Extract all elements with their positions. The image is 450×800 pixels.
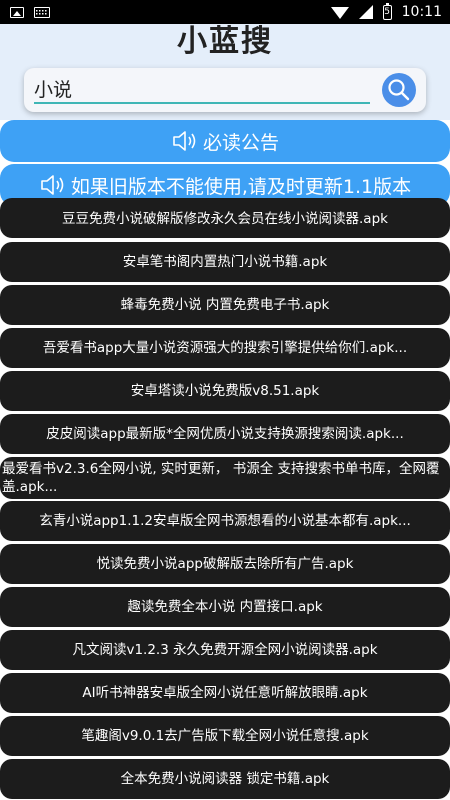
list-item-label: 安卓笔书阁内置热门小说书籍.apk (122, 254, 328, 270)
list-item-label: 笔趣阁v9.0.1去广告版下载全网小说任意搜.apk (81, 728, 369, 744)
list-item-label: 悦读免费小说app破解版去除所有广告.apk (96, 556, 354, 572)
list-item[interactable]: 最爱看书v2.3.6全网小说, 实时更新， 书源全 支持搜索书单书库，全网覆盖.… (0, 457, 450, 499)
list-item-label: 凡文阅读v1.2.3 永久免费开源全网小说阅读器.apk (72, 642, 378, 658)
list-item[interactable]: 安卓塔读小说免费版v8.51.apk (0, 371, 450, 411)
list-item-label: 吾爱看书app大量小说资源强大的搜索引擎提供给你们.apk... (42, 340, 408, 356)
list-item[interactable]: 悦读免费小说app破解版去除所有广告.apk (0, 544, 450, 584)
speaker-icon (41, 175, 64, 195)
app-title: 小蓝搜 (177, 24, 273, 59)
search-button[interactable] (382, 73, 416, 107)
header: 小蓝搜 (0, 24, 450, 120)
search-input[interactable] (34, 74, 370, 104)
list-item[interactable]: 玄青小说app1.1.2安卓版全网书源想看的小说基本都有.apk... (0, 501, 450, 541)
list-item-label: 玄青小说app1.1.2安卓版全网书源想看的小说基本都有.apk... (39, 513, 411, 529)
list-item[interactable]: 蜂毒免费小说 内置免费电子书.apk (0, 285, 450, 325)
list-item[interactable]: 凡文阅读v1.2.3 永久免费开源全网小说阅读器.apk (0, 630, 450, 670)
notice-label: 如果旧版本不能使用,请及时更新1.1版本 (70, 175, 412, 198)
list-item-label: 豆豆免费小说破解版修改永久会员在线小说阅读器.apk (62, 211, 388, 227)
list-item[interactable]: 笔趣阁v9.0.1去广告版下载全网小说任意搜.apk (0, 716, 450, 756)
list-item-label: 皮皮阅读app最新版*全网优质小说支持换源搜索阅读.apk... (46, 426, 404, 442)
notice-label: 必读公告 (202, 131, 279, 154)
list-item-label: 蜂毒免费小说 内置免费电子书.apk (120, 297, 330, 313)
list-item[interactable]: 皮皮阅读app最新版*全网优质小说支持换源搜索阅读.apk... (0, 414, 450, 454)
list-item[interactable]: 趣读免费全本小说 内置接口.apk (0, 587, 450, 627)
list-item-label: 最爱看书v2.3.6全网小说, 实时更新， 书源全 支持搜索书单书库，全网覆盖.… (2, 461, 440, 495)
notice-button-announcement[interactable]: 必读公告 (0, 120, 450, 162)
list-item[interactable]: 豆豆免费小说破解版修改永久会员在线小说阅读器.apk (0, 198, 450, 238)
speaker-icon (173, 131, 196, 151)
list-item[interactable]: 安卓笔书阁内置热门小说书籍.apk (0, 242, 450, 282)
list-item[interactable]: AI听书神器安卓版全网小说任意听解放眼睛.apk (0, 673, 450, 713)
list-item-label: 安卓塔读小说免费版v8.51.apk (130, 383, 320, 399)
list-item-label: 趣读免费全本小说 内置接口.apk (127, 599, 323, 615)
search-icon (388, 79, 410, 101)
list-item-label: AI听书神器安卓版全网小说任意听解放眼睛.apk (82, 685, 368, 701)
search-bar (24, 68, 426, 112)
list-item[interactable]: 全本免费小说阅读器 锁定书籍.apk (0, 759, 450, 799)
list-item-label: 全本免费小说阅读器 锁定书籍.apk (120, 771, 330, 787)
list-item[interactable]: 吾爱看书app大量小说资源强大的搜索引擎提供给你们.apk... (0, 328, 450, 368)
